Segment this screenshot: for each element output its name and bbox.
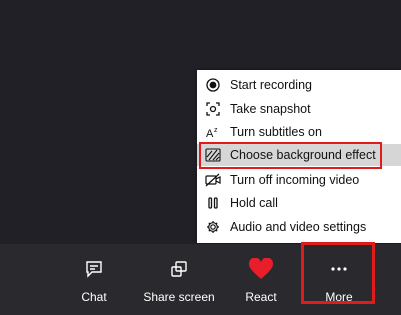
share-screen-label: Share screen xyxy=(143,290,215,304)
menu-item-turn-off-incoming-video[interactable]: Turn off incoming video xyxy=(197,169,401,191)
menu-item-label: Turn off incoming video xyxy=(230,173,360,187)
more-label: More xyxy=(325,290,353,304)
menu-item-label: Start recording xyxy=(230,78,312,92)
ellipsis-icon xyxy=(330,258,348,280)
menu-item-label: Take snapshot xyxy=(230,102,311,116)
menu-item-label: Choose background effect xyxy=(230,148,376,162)
chat-button[interactable]: Chat xyxy=(70,244,118,315)
snapshot-icon xyxy=(205,101,221,117)
svg-text:A: A xyxy=(206,128,214,139)
menu-item-take-snapshot[interactable]: Take snapshot xyxy=(197,98,401,120)
menu-item-audio-video-settings[interactable]: Audio and video settings xyxy=(197,216,401,238)
record-icon xyxy=(205,77,221,93)
menu-item-turn-subtitles-on[interactable]: A z Turn subtitles on xyxy=(197,121,401,143)
chat-label: Chat xyxy=(81,290,107,304)
background-effect-icon xyxy=(205,147,221,163)
chat-icon xyxy=(85,258,103,280)
pause-icon xyxy=(205,195,221,211)
svg-text:z: z xyxy=(214,127,218,134)
menu-item-choose-background-effect[interactable]: Choose background effect xyxy=(197,144,401,166)
menu-item-label: Hold call xyxy=(230,196,278,210)
react-button[interactable]: React xyxy=(236,244,286,315)
menu-item-label: Audio and video settings xyxy=(230,220,367,234)
menu-item-start-recording[interactable]: Start recording xyxy=(197,74,401,96)
more-button[interactable]: More xyxy=(304,244,374,315)
heart-icon xyxy=(248,258,274,280)
subtitles-icon: A z xyxy=(205,124,221,140)
gear-icon xyxy=(205,219,221,235)
more-options-menu: Start recording Take snapshot A z Turn s… xyxy=(197,70,401,243)
video-off-icon xyxy=(205,172,221,188)
share-screen-icon xyxy=(170,258,188,280)
menu-item-hold-call[interactable]: Hold call xyxy=(197,192,401,214)
share-screen-button[interactable]: Share screen xyxy=(140,244,218,315)
call-toolbar: Chat Share screen React More xyxy=(0,244,401,315)
react-label: React xyxy=(245,290,277,304)
menu-item-label: Turn subtitles on xyxy=(230,125,322,139)
